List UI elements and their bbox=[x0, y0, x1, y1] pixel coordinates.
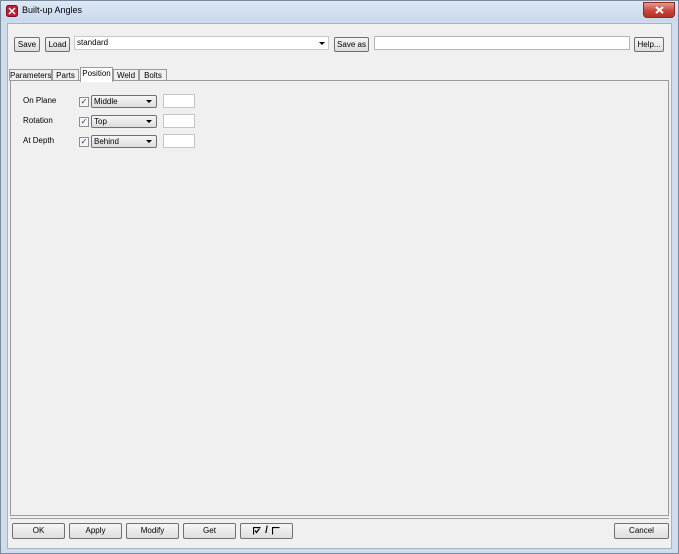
close-icon bbox=[654, 6, 664, 14]
on-plane-checkbox[interactable]: ✓ bbox=[79, 97, 89, 107]
preset-value: standard bbox=[77, 38, 109, 47]
chevron-down-icon bbox=[146, 100, 152, 103]
rotation-select-value: Top bbox=[94, 117, 107, 126]
save-as-button[interactable]: Save as bbox=[334, 37, 369, 52]
rotation-label: Rotation bbox=[23, 116, 53, 125]
checkbox-unchecked-icon bbox=[271, 527, 280, 535]
window-title: Built-up Angles bbox=[22, 5, 83, 15]
tekla-app-icon bbox=[6, 5, 18, 17]
on-plane-label: On Plane bbox=[23, 96, 57, 105]
rotation-offset-input[interactable] bbox=[163, 114, 195, 128]
apply-button[interactable]: Apply bbox=[69, 523, 122, 539]
save-button[interactable]: Save bbox=[14, 37, 40, 52]
modify-button[interactable]: Modify bbox=[126, 523, 179, 539]
checkmark-icon: ✓ bbox=[80, 137, 88, 146]
toggle-selection-button[interactable]: / bbox=[240, 523, 293, 539]
at-depth-offset-input[interactable] bbox=[163, 134, 195, 148]
dialog-client-area: Save Load standard Save as Help... Param… bbox=[7, 23, 672, 549]
at-depth-label: At Depth bbox=[23, 136, 55, 145]
chevron-down-icon[interactable] bbox=[319, 42, 325, 45]
get-button[interactable]: Get bbox=[183, 523, 236, 539]
on-plane-select-value: Middle bbox=[94, 97, 118, 106]
checkmark-icon: ✓ bbox=[80, 97, 88, 106]
checkmark-icon: ✓ bbox=[80, 117, 88, 126]
ok-button[interactable]: OK bbox=[12, 523, 65, 539]
at-depth-select[interactable]: Behind bbox=[91, 135, 157, 148]
at-depth-select-value: Behind bbox=[94, 137, 119, 146]
checkbox-checked-icon bbox=[253, 527, 261, 535]
position-tab-panel: On Plane ✓ Middle Rotation ✓ Top At Dept… bbox=[10, 80, 669, 516]
close-button[interactable] bbox=[643, 2, 675, 18]
load-button[interactable]: Load bbox=[45, 37, 70, 52]
chevron-down-icon bbox=[146, 120, 152, 123]
rotation-checkbox[interactable]: ✓ bbox=[79, 117, 89, 127]
help-button[interactable]: Help... bbox=[634, 37, 664, 52]
title-bar[interactable]: Built-up Angles bbox=[1, 1, 678, 21]
footer-divider bbox=[10, 518, 669, 519]
preset-combobox[interactable]: standard bbox=[74, 36, 329, 50]
dialog-window: Built-up Angles Save Load standard Save … bbox=[0, 0, 679, 554]
toggle-separator: / bbox=[265, 525, 268, 536]
at-depth-checkbox[interactable]: ✓ bbox=[79, 137, 89, 147]
on-plane-offset-input[interactable] bbox=[163, 94, 195, 108]
tab-position[interactable]: Position bbox=[80, 67, 113, 82]
chevron-down-icon bbox=[146, 140, 152, 143]
save-as-name-input[interactable] bbox=[374, 36, 630, 50]
rotation-select[interactable]: Top bbox=[91, 115, 157, 128]
on-plane-select[interactable]: Middle bbox=[91, 95, 157, 108]
cancel-button[interactable]: Cancel bbox=[614, 523, 669, 539]
